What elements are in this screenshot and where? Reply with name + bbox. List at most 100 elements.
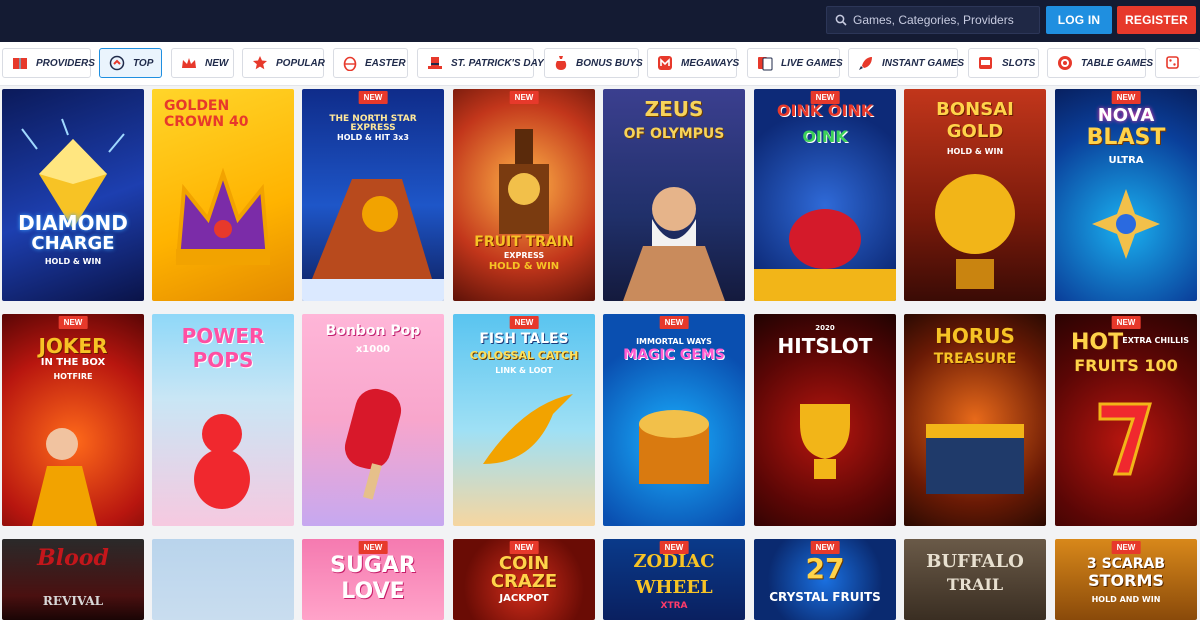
game-title-2: CROWN 40 — [164, 114, 249, 130]
category-new[interactable]: NEW — [171, 48, 234, 78]
easter-egg-icon — [343, 56, 357, 71]
game-title: IMMORTAL WAYS — [636, 337, 712, 346]
game-tile-fish-tales[interactable]: NEW FISH TALES COLOSSAL CATCH LINK & LOO… — [453, 314, 595, 526]
game-title-2: POPS — [192, 348, 254, 372]
search-box[interactable] — [826, 6, 1040, 34]
category-bar: PROVIDERS TOP NEW POPULAR EASTER ST. PAT… — [0, 42, 1200, 86]
category-st-patricks-day[interactable]: ST. PATRICK'S DAY — [417, 48, 544, 78]
game-title-2: MAGIC GEMS — [623, 347, 725, 363]
category-providers[interactable]: PROVIDERS — [2, 48, 95, 78]
category-label: NEW — [205, 57, 229, 69]
search-input[interactable] — [853, 13, 1033, 27]
game-title: NOVA — [1097, 105, 1155, 126]
category-label: TABLE GAMES — [1081, 57, 1154, 69]
login-button[interactable]: LOG IN — [1046, 6, 1112, 34]
game-title: ZEUS — [644, 97, 704, 121]
game-tile-diamond-charge[interactable]: DIAMOND CHARGE HOLD & WIN — [2, 89, 144, 301]
game-tile-horus-treasure[interactable]: HORUS TREASURE — [904, 314, 1046, 526]
game-tile-north-star-express[interactable]: NEW THE NORTH STAR EXPRESS HOLD & HIT 3x… — [302, 89, 444, 301]
category-label: EASTER — [365, 57, 406, 69]
game-title-2: CHARGE — [31, 233, 115, 254]
game-tile-zeus-of-olympus[interactable]: ZEUS OF OLYMPUS — [603, 89, 745, 301]
game-tile-power-pops[interactable]: POWER POPS — [152, 314, 294, 526]
category-label: LIVE GAMES — [781, 57, 843, 69]
game-tile-zodiac-wheel[interactable]: NEW ZODIAC WHEEL XTRA — [603, 539, 745, 620]
game-title-2: WHEEL — [635, 577, 713, 598]
category-instant-games[interactable]: INSTANT GAMES — [848, 48, 964, 78]
category-more[interactable] — [1155, 48, 1200, 78]
search-icon — [835, 14, 847, 26]
category-megaways[interactable]: MEGAWAYS — [647, 48, 739, 78]
game-title-2: CRYSTAL FRUITS — [769, 590, 881, 604]
category-easter[interactable]: EASTER — [333, 48, 408, 78]
category-label: POPULAR — [276, 57, 325, 69]
game-tile-oink-oink-oink[interactable]: NEW OINK OINK OINK — [754, 89, 896, 301]
slot-machine-icon — [979, 57, 992, 69]
game-title: JOKER — [38, 334, 108, 358]
game-title-2: EXPRESS — [503, 251, 545, 260]
game-subtitle: LINK & LOOT — [495, 366, 553, 375]
game-title-2: TREASURE — [933, 351, 1017, 367]
game-title-2: CRAZE — [490, 571, 558, 592]
rocket-icon — [859, 57, 872, 70]
game-title-2: TRAIL — [946, 575, 1004, 594]
category-popular[interactable]: POPULAR — [242, 48, 325, 78]
game-subtitle: HOLD & WIN — [946, 147, 1004, 156]
book-icon — [13, 58, 27, 69]
game-title: HITSLOT — [777, 334, 873, 358]
diamond-art — [21, 118, 125, 229]
game-subtitle: EXTRA CHILLIS — [1122, 336, 1189, 345]
category-live-games[interactable]: LIVE GAMES — [747, 48, 843, 78]
game-title: POWER — [181, 324, 265, 348]
category-slots[interactable]: SLOTS — [968, 48, 1039, 78]
piggy-bank-art — [754, 209, 896, 301]
game-title-2: REVIVAL — [42, 594, 104, 608]
poker-chip-icon — [1058, 56, 1072, 70]
game-title: BUFFALO — [926, 551, 1024, 572]
game-title-2: STORMS — [1088, 571, 1164, 590]
game-tile-27-crystal-fruits[interactable]: NEW 27 CRYSTAL FRUITS — [754, 539, 896, 620]
game-tile-hitslot[interactable]: 2020 HITSLOT — [754, 314, 896, 526]
game-title: 3 SCARAB — [1086, 556, 1166, 572]
game-subtitle: HOLD & HIT 3x3 — [337, 133, 409, 142]
game-title: SUGAR — [330, 553, 416, 578]
register-button[interactable]: REGISTER — [1117, 6, 1196, 34]
game-tile-coin-craze[interactable]: NEW COIN CRAZE JACKPOT — [453, 539, 595, 620]
game-subtitle: HOLD AND WIN — [1091, 595, 1161, 604]
new-badge: NEW — [1111, 541, 1141, 554]
category-label: PROVIDERS — [36, 57, 95, 69]
game-subtitle: XTRA — [660, 601, 688, 611]
game-tile-3-scarab-storms[interactable]: NEW 3 SCARAB STORMS HOLD AND WIN — [1055, 539, 1197, 620]
crown-icon — [182, 58, 196, 68]
category-table-games[interactable]: TABLE GAMES — [1047, 48, 1153, 78]
game-subtitle: HOTFIRE — [53, 372, 93, 381]
game-tile-hot-fruits-100[interactable]: NEW HOT EXTRA CHILLIS FRUITS 100 — [1055, 314, 1197, 526]
game-title: 27 — [805, 552, 845, 585]
game-tile-nova-blast-ultra[interactable]: NEW NOVA BLAST ULTRA — [1055, 89, 1197, 301]
game-tile-bonbon-pop[interactable]: Bonbon Pop x1000 — [302, 314, 444, 526]
game-title-2: IN THE BOX — [40, 357, 106, 368]
game-title: BONSAI — [936, 99, 1014, 120]
game-tile-fruit-train[interactable]: NEW FRUIT TRAIN EXPRESS HOLD & WIN — [453, 89, 595, 301]
leprechaun-hat-icon — [428, 57, 442, 69]
category-top[interactable]: TOP — [99, 48, 162, 78]
game-tile-sugar-love[interactable]: NEW SUGAR LOVE — [302, 539, 444, 620]
game-title: OINK OINK — [776, 101, 874, 120]
game-subtitle: HOLD & WIN — [488, 261, 560, 272]
game-tile-immortal-ways-magic-gems[interactable]: NEW IMMORTAL WAYS MAGIC GEMS — [603, 314, 745, 526]
game-title: FRUIT TRAIN — [474, 234, 574, 250]
game-tile-joker-in-the-box[interactable]: NEW JOKER IN THE BOX HOTFIRE — [2, 314, 144, 526]
top-bar: LOG IN REGISTER — [0, 0, 1200, 42]
game-subtitle: JACKPOT — [499, 593, 549, 604]
game-tile-buffalo-trail[interactable]: BUFFALO TRAIL — [904, 539, 1046, 620]
game-subtitle: ULTRA — [1108, 155, 1144, 166]
game-title-2: COLOSSAL CATCH — [469, 349, 579, 362]
game-tile-golden-crown-40[interactable]: GOLDEN CROWN 40 — [152, 89, 294, 301]
game-tile-placeholder[interactable] — [152, 539, 294, 620]
star-badge-icon — [253, 56, 267, 70]
category-bonus-buys[interactable]: BONUS BUYS — [544, 48, 643, 78]
category-label: TOP — [133, 57, 154, 69]
category-label: SLOTS — [1002, 57, 1036, 69]
game-tile-bonsai-gold[interactable]: BONSAI GOLD HOLD & WIN — [904, 89, 1046, 301]
game-tile-blood-revival[interactable]: Blood REVIVAL — [2, 539, 144, 620]
